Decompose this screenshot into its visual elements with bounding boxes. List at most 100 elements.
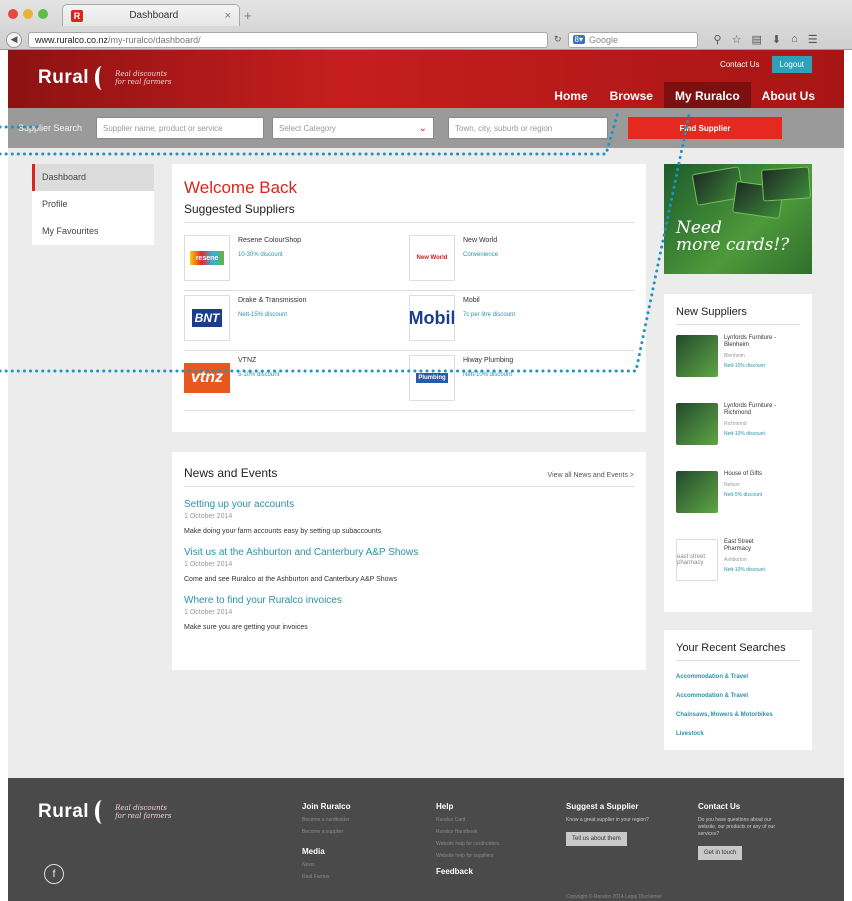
supplier-search-label: Supplier Search [18, 123, 83, 133]
nav-home[interactable]: Home [543, 82, 598, 110]
footer-link[interactable]: Website help for cardholders [436, 841, 500, 847]
news-description: Make doing your farm accounts easy by se… [184, 528, 382, 535]
location-input[interactable]: Town, city, suburb or region [448, 117, 608, 139]
facebook-icon[interactable]: f [44, 864, 64, 884]
supplier-name: Hiway Plumbing [463, 357, 514, 364]
suggest-supplier-button[interactable]: Tell us about them [566, 832, 627, 846]
supplier-name: House of Gifts [724, 471, 763, 477]
recent-search-link[interactable]: Livestock [676, 731, 800, 737]
browser-tab[interactable]: R Dashboard × [62, 4, 240, 26]
list-item[interactable]: east street pharmacy East Street Pharmac… [676, 539, 800, 597]
supplier-logo: vtnz [184, 355, 230, 401]
footer-link[interactable]: Real Farmer [302, 874, 350, 880]
footer-link[interactable]: Become a cardholder [302, 817, 350, 823]
back-button[interactable]: ◀ [6, 31, 22, 48]
nav-browse[interactable]: Browse [599, 82, 664, 110]
address-bar[interactable]: www.ruralco.co.nz /my-ruralco/dashboard/ [28, 31, 548, 48]
find-supplier-button[interactable]: Find Supplier [628, 117, 782, 139]
list-item[interactable]: Lynfords Furniture - Blenheim Blenheim Net… [676, 335, 800, 393]
footer-logo[interactable]: Rural Real discounts for real farmers [38, 800, 171, 824]
supplier-card[interactable]: Mobil Mobil 7c per litre discount [409, 291, 634, 351]
footer-link[interactable]: News [302, 862, 350, 868]
footer-link[interactable]: Become a supplier [302, 829, 350, 835]
logo-wordmark: Rural [38, 67, 90, 88]
bookmark-star-icon[interactable]: ☆ [732, 33, 742, 46]
reload-icon[interactable]: ↻ [554, 34, 562, 45]
new-tab-button[interactable]: + [244, 8, 252, 23]
home-icon[interactable]: ⌂ [791, 33, 798, 46]
supplier-name: Resene ColourShop [238, 237, 302, 244]
get-in-touch-button[interactable]: Get in touch [698, 846, 743, 860]
zoom-window-button[interactable] [38, 9, 48, 19]
news-panel: News and Events View all News and Events… [172, 452, 646, 670]
category-select-value: Select Category [279, 123, 336, 133]
supplier-logo: resene [184, 235, 230, 281]
welcome-panel: Welcome Back Suggested Suppliers resene … [172, 164, 646, 432]
supplier-name: VTNZ [238, 357, 257, 364]
news-date: 1 October 2014 [184, 609, 233, 616]
supplier-card[interactable]: New World New World Convenience [409, 231, 634, 291]
main-nav: Home Browse My Ruralco About Us [543, 82, 826, 110]
menu-icon[interactable]: ☰ [808, 33, 818, 46]
recent-search-link[interactable]: Accommodation & Travel [676, 693, 800, 699]
news-header: News and Events View all News and Events… [184, 466, 634, 487]
close-tab-icon[interactable]: × [225, 10, 231, 22]
contact-us-link[interactable]: Contact Us [714, 57, 766, 72]
supplier-card[interactable]: vtnz VTNZ 5-10% discount [184, 351, 409, 411]
recent-search-link[interactable]: Accommodation & Travel [676, 674, 800, 680]
view-all-news-link[interactable]: View all News and Events > [548, 472, 634, 479]
feedback-link[interactable]: Feedback [436, 867, 500, 876]
chevron-down-icon: ⌄ [418, 122, 427, 134]
browser-chrome: R Dashboard × + ◀ www.ruralco.co.nz /my-… [0, 0, 852, 50]
recent-search-link[interactable]: Chainsaws, Mowers & Motorbikes [676, 712, 800, 718]
supplier-discount: Nett-10% discount [724, 431, 765, 437]
top-links: Contact Us Logout [714, 56, 812, 73]
list-item[interactable]: House of Gifts Nelson Nett-5% discount [676, 471, 800, 529]
sidebar-item-dashboard[interactable]: Dashboard [32, 164, 154, 191]
supplier-name: Drake & Transmission [238, 297, 307, 304]
new-suppliers-heading: New Suppliers [676, 306, 800, 325]
supplier-discount: 10-30% discount [238, 252, 283, 258]
promo-text: Need more cards!? [676, 218, 790, 255]
supplier-card[interactable]: resene Resene ColourShop 10-30% discount [184, 231, 409, 291]
footer-link[interactable]: Website help for suppliers [436, 853, 500, 859]
bookmarks-icon[interactable]: ▤ [751, 33, 761, 46]
favicon-icon: R [71, 9, 83, 22]
minimize-window-button[interactable] [23, 9, 33, 19]
supplier-card[interactable]: BNT Drake & Transmission Nett-15% discoun… [184, 291, 409, 351]
footer-link[interactable]: Ruralco Card [436, 817, 500, 823]
supplier-location: Richmond [724, 421, 747, 427]
more-cards-promo-banner[interactable]: Need more cards!? [664, 164, 812, 274]
supplier-discount: 5-10% discount [238, 372, 280, 378]
supplier-name-input[interactable]: Supplier name, product or service [96, 117, 264, 139]
footer-text: Know a great supplier in your region? [566, 817, 649, 823]
sidebar-item-profile[interactable]: Profile [32, 191, 154, 218]
search-icon[interactable]: ⚲ [714, 33, 722, 46]
close-window-button[interactable] [8, 9, 18, 19]
supplier-location: Ashburton [724, 557, 747, 563]
supplier-thumbnail: east street pharmacy [676, 539, 718, 581]
browser-toolbar-icons: ⚲ ☆ ▤ ⬇ ⌂ ☰ [714, 33, 818, 46]
news-title-link[interactable]: Visit us at the Ashburton and Canterbury… [184, 547, 634, 558]
footer-heading: Media [302, 847, 325, 856]
logout-button[interactable]: Logout [771, 56, 812, 73]
supplier-discount: Nett-5% discount [724, 492, 763, 498]
card-image-icon [760, 166, 812, 202]
supplier-card[interactable]: Plumbing Hiway Plumbing Nett-10% discount [409, 351, 634, 411]
list-item[interactable]: Lynfords Furniture - Richmond Richmond Net… [676, 403, 800, 461]
news-heading: News and Events [184, 466, 278, 480]
nav-my-ruralco[interactable]: My Ruralco [663, 82, 751, 110]
news-title-link[interactable]: Where to find your Ruralco invoices [184, 595, 634, 606]
download-icon[interactable]: ⬇ [772, 33, 781, 46]
category-select[interactable]: Select Category ⌄ [272, 117, 434, 139]
nav-about-us[interactable]: About Us [751, 82, 826, 110]
supplier-name: Lynfords Furniture - Richmond [724, 403, 777, 416]
site-logo[interactable]: Rural Real discounts for real farmers [38, 66, 171, 90]
footer-link[interactable]: Ruralco Handbook [436, 829, 500, 835]
browser-search-box[interactable]: 8▾ Google [567, 31, 698, 48]
supplier-logo: New World [409, 235, 455, 281]
supplier-location: Blenheim [724, 353, 745, 359]
sidebar-item-favourites[interactable]: My Favourites [32, 218, 154, 245]
news-title-link[interactable]: Setting up your accounts [184, 499, 634, 510]
footer-text: Do you have questions about our website,… [698, 817, 775, 837]
